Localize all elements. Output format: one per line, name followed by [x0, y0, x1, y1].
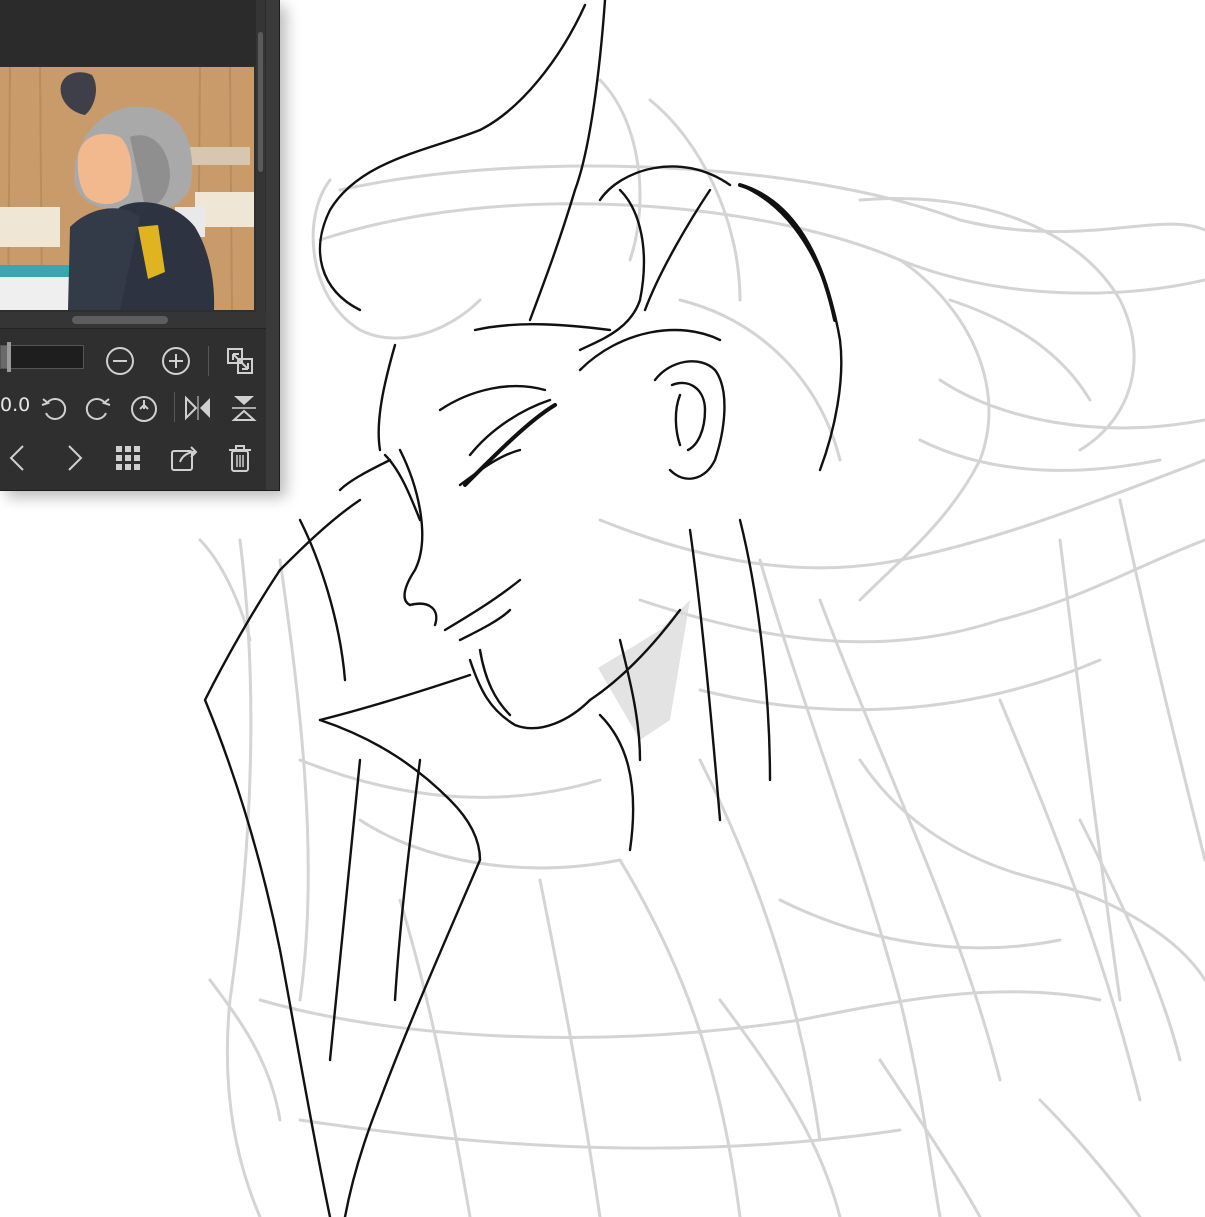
reference-image — [0, 67, 254, 310]
navigator-panel: 0.0 — [0, 0, 280, 491]
divider — [0, 328, 268, 329]
flip-horizontal-icon — [185, 395, 210, 421]
zoom-slider[interactable] — [0, 342, 84, 372]
grid-icon — [116, 446, 140, 470]
rotate-right-icon — [85, 397, 111, 420]
panel-edge — [266, 0, 279, 490]
chevron-left-icon — [9, 445, 24, 471]
toolbar-divider — [208, 346, 209, 376]
rotation-angle-value[interactable]: 0.0 — [0, 393, 30, 417]
zoom-out-icon — [106, 347, 134, 375]
reset-rotation-button[interactable] — [126, 390, 162, 426]
navigator-preview[interactable] — [0, 67, 254, 310]
flip-vertical-icon — [231, 396, 257, 421]
previous-button[interactable] — [0, 440, 36, 476]
trash-icon — [229, 445, 251, 472]
next-button[interactable] — [56, 440, 92, 476]
zoom-in-icon — [162, 347, 190, 375]
navigator-header — [0, 0, 266, 66]
toolbar-divider — [174, 392, 175, 422]
vertical-scroll-thumb[interactable] — [258, 32, 263, 172]
horizontal-scroll-thumb[interactable] — [72, 316, 168, 324]
fit-to-screen-icon — [227, 348, 253, 374]
grid-view-button[interactable] — [110, 440, 146, 476]
rotate-left-icon — [41, 397, 67, 420]
navigator-vertical-scrollbar[interactable] — [256, 0, 265, 312]
flip-horizontal-button[interactable] — [180, 390, 216, 426]
reset-rotation-icon — [131, 396, 157, 422]
zoom-in-button[interactable] — [158, 343, 194, 379]
zoom-slider-knob[interactable] — [7, 342, 11, 372]
rotate-right-button[interactable] — [80, 390, 116, 426]
export-icon — [171, 446, 198, 471]
rotate-left-button[interactable] — [36, 390, 72, 426]
chevron-right-icon — [68, 445, 83, 471]
fit-to-screen-button[interactable] — [222, 343, 258, 379]
export-button[interactable] — [166, 440, 202, 476]
zoom-out-button[interactable] — [102, 343, 138, 379]
delete-button[interactable] — [222, 440, 258, 476]
flip-vertical-button[interactable] — [226, 390, 262, 426]
navigator-horizontal-scrollbar[interactable] — [0, 312, 266, 328]
